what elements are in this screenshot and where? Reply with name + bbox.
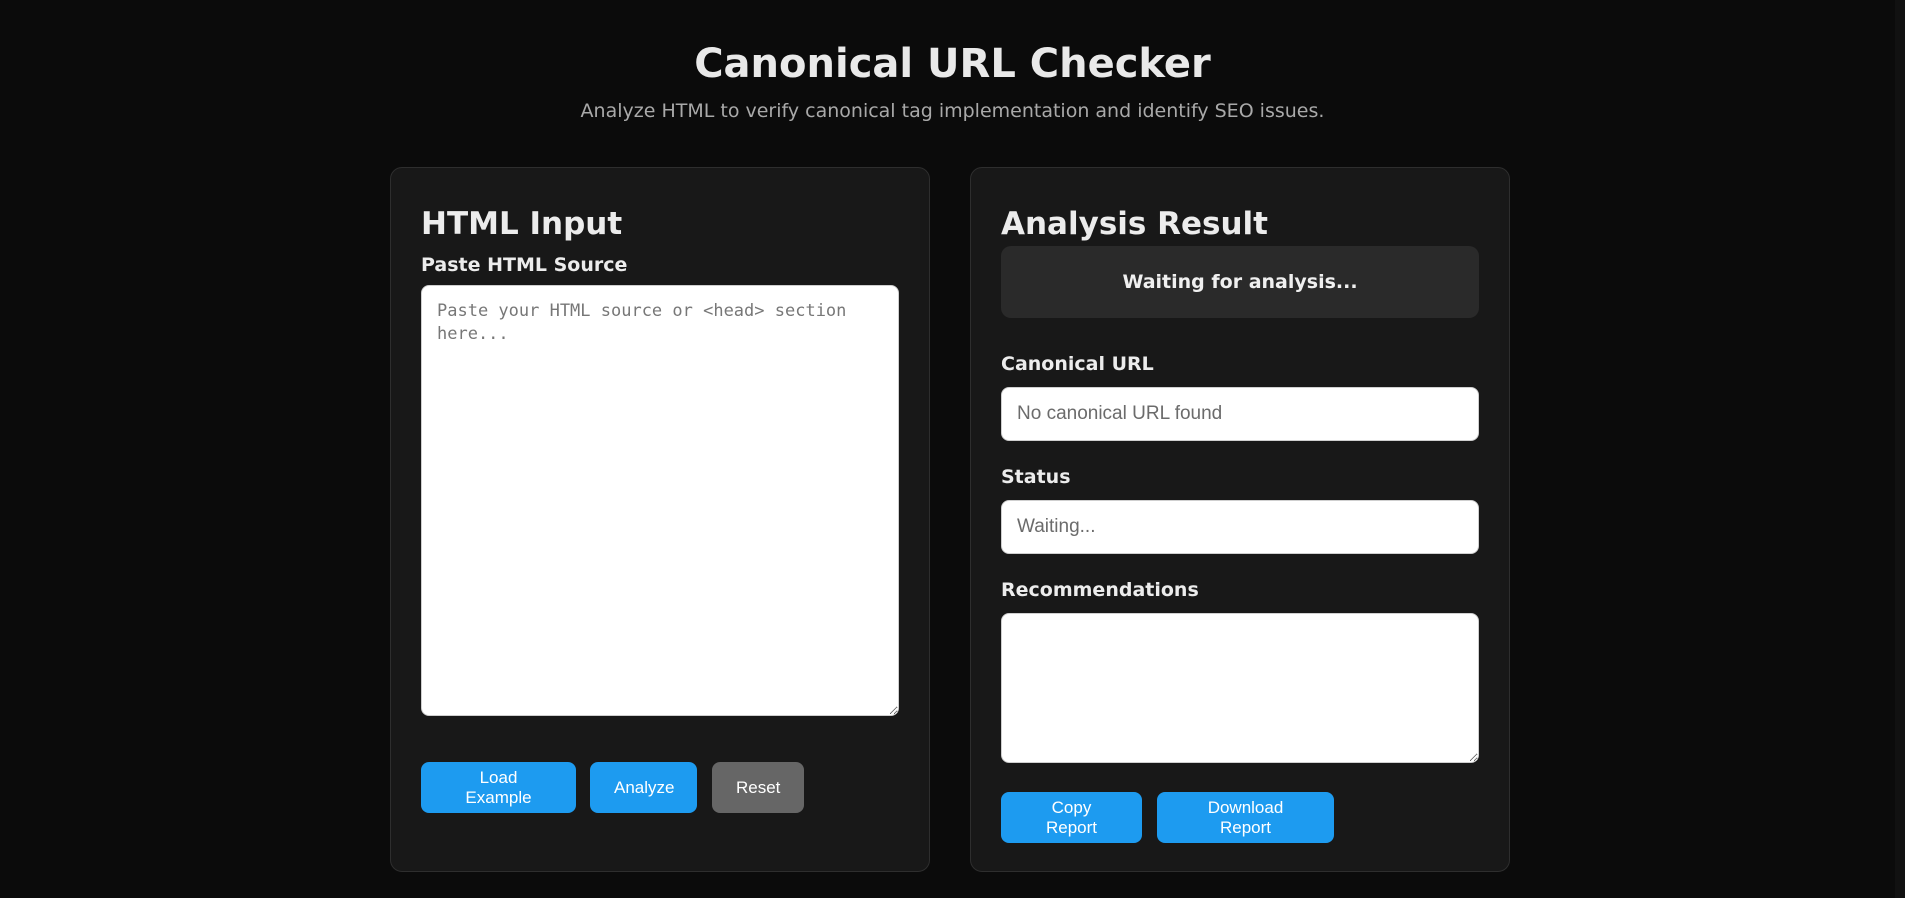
analysis-result-panel: Analysis Result Waiting for analysis... … — [970, 167, 1510, 872]
canonical-url-label: Canonical URL — [1001, 353, 1154, 375]
recommendations-textarea[interactable] — [1001, 613, 1479, 763]
page-subtitle: Analyze HTML to verify canonical tag imp… — [580, 100, 1325, 122]
page-scrollbar[interactable] — [1895, 0, 1905, 898]
load-example-button[interactable]: Load Example — [421, 762, 576, 813]
analysis-result-heading: Analysis Result — [1001, 206, 1268, 242]
page-title: Canonical URL Checker — [694, 41, 1211, 87]
reset-button[interactable]: Reset — [712, 762, 804, 813]
html-source-label: Paste HTML Source — [421, 254, 628, 276]
analyze-button[interactable]: Analyze — [590, 762, 697, 813]
html-input-panel: HTML Input Paste HTML Source Load Exampl… — [390, 167, 930, 872]
analysis-status-banner: Waiting for analysis... — [1001, 246, 1479, 318]
html-input-heading: HTML Input — [421, 206, 623, 242]
recommendations-label: Recommendations — [1001, 579, 1199, 601]
status-field[interactable] — [1001, 500, 1479, 554]
download-report-button[interactable]: Download Report — [1157, 792, 1334, 843]
status-label: Status — [1001, 466, 1071, 488]
page: Canonical URL Checker Analyze HTML to ve… — [0, 0, 1905, 898]
canonical-url-field[interactable] — [1001, 387, 1479, 441]
html-source-textarea[interactable] — [421, 285, 899, 716]
copy-report-button[interactable]: Copy Report — [1001, 792, 1142, 843]
